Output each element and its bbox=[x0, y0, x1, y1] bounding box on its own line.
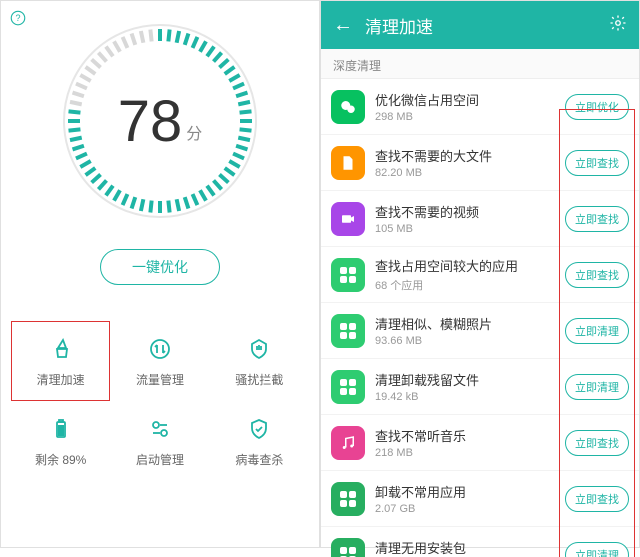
app-icon bbox=[331, 258, 365, 292]
hand-icon bbox=[245, 335, 273, 363]
feature-data-usage[interactable]: 流量管理 bbox=[110, 321, 209, 401]
deep-clean-list: 优化微信占用空间298 MB立即优化查找不需要的大文件82.20 MB立即查找查… bbox=[321, 79, 639, 557]
app-icon bbox=[331, 482, 365, 516]
section-title: 深度清理 bbox=[321, 49, 639, 79]
item-text: 查找不需要的视频 105 MB bbox=[375, 202, 565, 235]
item-title: 查找不需要的视频 bbox=[375, 202, 565, 221]
action-button[interactable]: 立即优化 bbox=[565, 94, 629, 120]
action-button[interactable]: 立即清理 bbox=[565, 374, 629, 400]
item-text: 清理相似、模糊照片 93.66 MB bbox=[375, 314, 565, 347]
feature-label: 骚扰拦截 bbox=[235, 371, 283, 388]
feature-startup-manage[interactable]: 启动管理 bbox=[110, 401, 209, 481]
app-icon bbox=[331, 538, 365, 557]
back-icon[interactable]: ← bbox=[333, 14, 353, 37]
list-item[interactable]: 清理无用安装包10.29 MB立即清理 bbox=[321, 527, 639, 557]
header-bar: ← 清理加速 bbox=[321, 1, 639, 49]
item-title: 清理相似、模糊照片 bbox=[375, 314, 565, 333]
shield-icon bbox=[245, 415, 273, 443]
svg-text:?: ? bbox=[15, 13, 20, 23]
battery-icon bbox=[47, 415, 75, 443]
feature-label: 剩余 89% bbox=[35, 451, 86, 468]
action-button[interactable]: 立即清理 bbox=[565, 318, 629, 344]
app-icon bbox=[331, 202, 365, 236]
action-button[interactable]: 立即查找 bbox=[565, 150, 629, 176]
item-title: 清理卸载残留文件 bbox=[375, 370, 565, 389]
item-title: 查找不常听音乐 bbox=[375, 426, 565, 445]
feature-label: 清理加速 bbox=[37, 371, 85, 388]
item-subtitle: 19.42 kB bbox=[375, 391, 565, 403]
feature-harassment-block[interactable]: 骚扰拦截 bbox=[210, 321, 309, 401]
item-subtitle: 218 MB bbox=[375, 447, 565, 459]
item-subtitle: 2.07 GB bbox=[375, 503, 565, 515]
score-value: 78 bbox=[118, 88, 183, 155]
list-item[interactable]: 卸载不常用应用 2.07 GB立即查找 bbox=[321, 471, 639, 527]
action-button[interactable]: 立即查找 bbox=[565, 430, 629, 456]
item-title: 卸载不常用应用 bbox=[375, 482, 565, 501]
swap-icon bbox=[146, 335, 174, 363]
feature-label: 启动管理 bbox=[136, 451, 184, 468]
main-screen: ? (function(){ var g=document.currentScr… bbox=[0, 0, 320, 548]
feature-clean-boost[interactable]: 清理加速 bbox=[11, 321, 110, 401]
feature-grid: 清理加速 流量管理 骚扰拦截 剩余 89% 启动管理 病毒查杀 bbox=[1, 321, 319, 481]
feature-battery[interactable]: 剩余 89% bbox=[11, 401, 110, 481]
broom-icon bbox=[47, 335, 75, 363]
app-icon bbox=[331, 314, 365, 348]
score-suffix: 分 bbox=[186, 120, 202, 144]
page-title: 清理加速 bbox=[365, 13, 609, 38]
list-item[interactable]: 查找不需要的大文件 82.20 MB立即查找 bbox=[321, 135, 639, 191]
list-item[interactable]: 查找不需要的视频 105 MB立即查找 bbox=[321, 191, 639, 247]
item-text: 清理卸载残留文件 19.42 kB bbox=[375, 370, 565, 403]
item-title: 优化微信占用空间 bbox=[375, 90, 565, 109]
app-icon bbox=[331, 426, 365, 460]
toggles-icon bbox=[146, 415, 174, 443]
list-item[interactable]: 优化微信占用空间 298 MB立即优化 bbox=[321, 79, 639, 135]
item-text: 卸载不常用应用 2.07 GB bbox=[375, 482, 565, 515]
app-icon bbox=[331, 370, 365, 404]
item-subtitle: 68 个应用 bbox=[375, 277, 565, 293]
list-item[interactable]: 清理卸载残留文件 19.42 kB立即清理 bbox=[321, 359, 639, 415]
item-subtitle: 82.20 MB bbox=[375, 167, 565, 179]
action-button[interactable]: 立即查找 bbox=[565, 206, 629, 232]
item-subtitle: 93.66 MB bbox=[375, 335, 565, 347]
list-item[interactable]: 清理相似、模糊照片 93.66 MB立即清理 bbox=[321, 303, 639, 359]
feature-label: 病毒查杀 bbox=[235, 451, 283, 468]
item-subtitle: 105 MB bbox=[375, 223, 565, 235]
gear-icon[interactable] bbox=[609, 14, 627, 37]
app-icon bbox=[331, 146, 365, 180]
feature-virus-scan[interactable]: 病毒查杀 bbox=[210, 401, 309, 481]
list-item[interactable]: 查找不常听音乐 218 MB立即查找 bbox=[321, 415, 639, 471]
score-dial: (function(){ var g=document.currentScrip… bbox=[1, 11, 319, 231]
item-text: 优化微信占用空间 298 MB bbox=[375, 90, 565, 123]
item-text: 查找不常听音乐 218 MB bbox=[375, 426, 565, 459]
optimize-button[interactable]: 一键优化 bbox=[100, 249, 220, 285]
item-subtitle: 298 MB bbox=[375, 111, 565, 123]
help-icon[interactable]: ? bbox=[9, 9, 27, 32]
action-button[interactable]: 立即查找 bbox=[565, 486, 629, 512]
action-button[interactable]: 立即清理 bbox=[565, 542, 629, 557]
item-text: 查找不需要的大文件 82.20 MB bbox=[375, 146, 565, 179]
list-item[interactable]: 查找占用空间较大的应用 68 个应用立即查找 bbox=[321, 247, 639, 303]
clean-boost-screen: ← 清理加速 深度清理 优化微信占用空间 298 MB立即优化查找不需要的大文件 8… bbox=[320, 0, 640, 548]
item-title: 查找不需要的大文件 bbox=[375, 146, 565, 165]
item-title: 查找占用空间较大的应用 bbox=[375, 256, 565, 275]
action-button[interactable]: 立即查找 bbox=[565, 262, 629, 288]
item-text: 查找占用空间较大的应用 68 个应用 bbox=[375, 256, 565, 293]
feature-label: 流量管理 bbox=[136, 371, 184, 388]
app-icon bbox=[331, 90, 365, 124]
